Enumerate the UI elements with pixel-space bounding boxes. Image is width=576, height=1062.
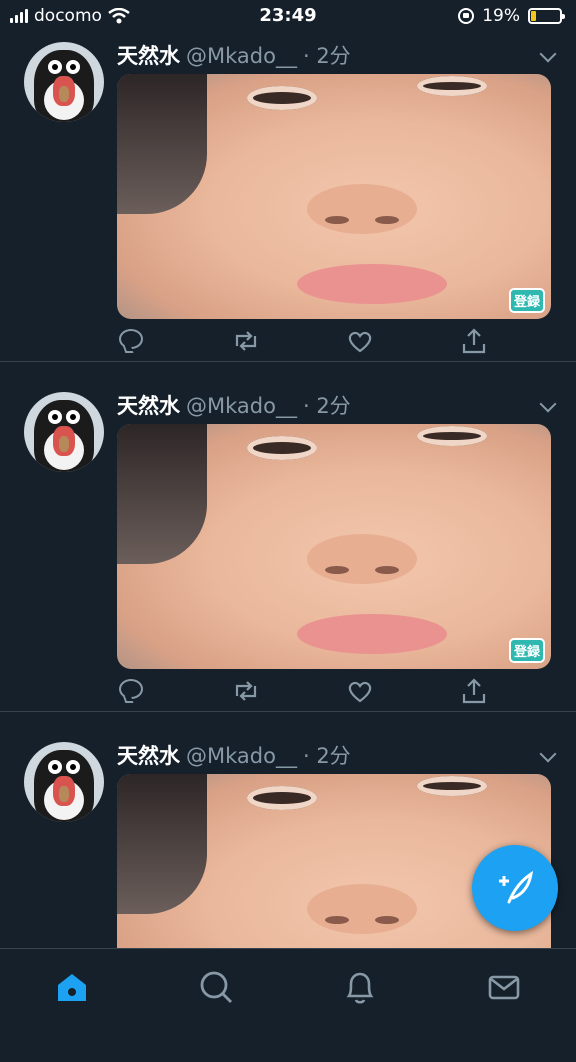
reply-icon[interactable]	[117, 676, 147, 706]
media-tag: 登録	[508, 288, 545, 313]
share-icon[interactable]	[459, 326, 489, 356]
tweet-actions	[117, 326, 517, 358]
avatar[interactable]	[24, 742, 104, 822]
status-bar: docomo 23:49 19%	[0, 0, 576, 32]
tab-search[interactable]	[196, 967, 236, 1007]
tab-notifications[interactable]	[340, 967, 380, 1007]
tweet-image[interactable]: 登録	[117, 74, 551, 319]
compose-tweet-icon	[499, 870, 534, 904]
retweet-icon[interactable]	[231, 676, 261, 706]
search-icon	[200, 971, 232, 1003]
user-handle[interactable]: @Mkado__	[186, 744, 297, 768]
avatar[interactable]	[24, 42, 104, 122]
avatar[interactable]	[24, 392, 104, 472]
tab-messages[interactable]	[484, 967, 524, 1007]
chevron-down-icon[interactable]	[539, 45, 557, 63]
rotation-lock-icon	[458, 8, 475, 24]
battery-percent: 19%	[482, 6, 520, 26]
status-right: 19%	[458, 6, 565, 26]
tweet-actions	[117, 676, 517, 708]
tab-home[interactable]	[52, 967, 92, 1007]
display-name[interactable]: 天然水	[117, 394, 180, 418]
battery-icon	[528, 8, 565, 24]
user-handle[interactable]: @Mkado__	[186, 394, 297, 418]
user-handle[interactable]: @Mkado__	[186, 44, 297, 68]
tweet-time: · 2分	[302, 394, 351, 418]
compose-tweet-button[interactable]	[472, 845, 558, 931]
reply-icon[interactable]	[117, 326, 147, 356]
tweet-image[interactable]: 登録	[117, 424, 551, 669]
heart-icon[interactable]	[345, 326, 375, 356]
display-name[interactable]: 天然水	[117, 744, 180, 768]
notifications-icon	[346, 972, 374, 1004]
display-name[interactable]: 天然水	[117, 44, 180, 68]
home-icon	[58, 974, 86, 1001]
tweet-header: 天然水 @Mkado__ · 2分	[117, 740, 351, 770]
tweet-time: · 2分	[302, 44, 351, 68]
bottom-tab-bar	[0, 948, 576, 1025]
chevron-down-icon[interactable]	[539, 395, 557, 413]
tweet-header: 天然水 @Mkado__ · 2分	[117, 390, 351, 420]
heart-icon[interactable]	[345, 676, 375, 706]
media-tag: 登録	[508, 638, 545, 663]
retweet-icon[interactable]	[231, 326, 261, 356]
messages-icon	[488, 975, 520, 1000]
share-icon[interactable]	[459, 676, 489, 706]
tweet[interactable]: 天然水 @Mkado__ · 2分 登録	[0, 12, 576, 362]
chevron-down-icon[interactable]	[539, 745, 557, 763]
tweet[interactable]: 天然水 @Mkado__ · 2分 登録	[0, 362, 576, 712]
tweet-header: 天然水 @Mkado__ · 2分	[117, 40, 351, 70]
tweet-time: · 2分	[302, 744, 351, 768]
